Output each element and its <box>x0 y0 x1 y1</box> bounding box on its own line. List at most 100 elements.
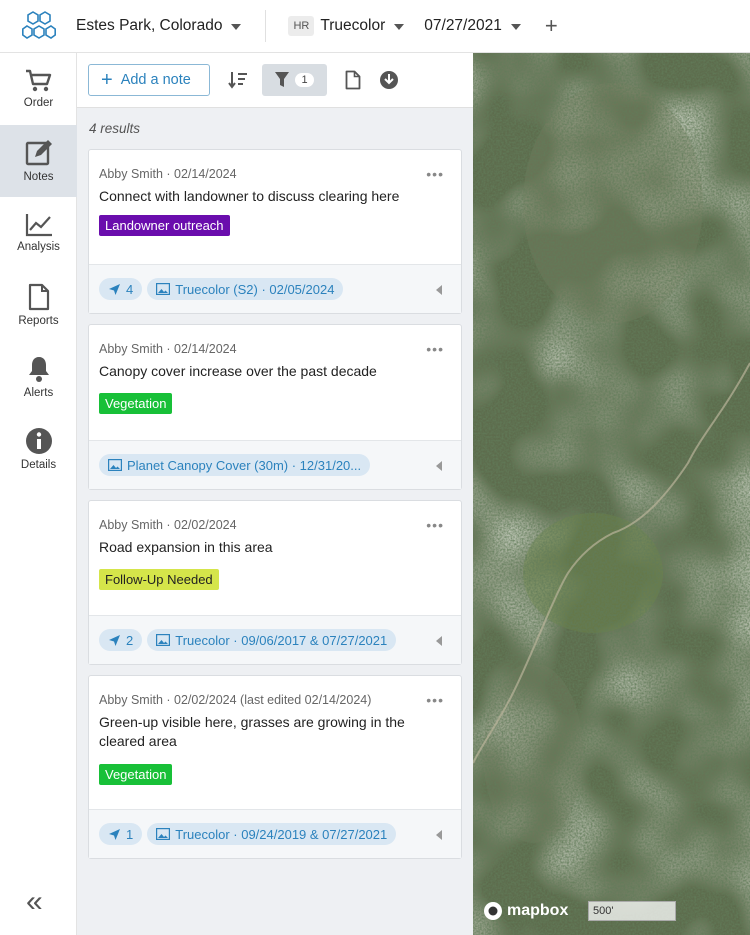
satellite-map[interactable]: mapbox 500' <box>473 53 750 935</box>
divider <box>265 10 267 42</box>
image-icon <box>108 459 122 471</box>
chart-icon <box>25 214 52 237</box>
note-text: Road expansion in this area <box>99 539 273 555</box>
note-tag[interactable]: Landowner outreach <box>99 215 230 236</box>
note-header: Abby Smith · 02/02/2024 <box>99 518 237 532</box>
imagery-label: Planet Canopy Cover (30m) · 12/31/20... <box>127 457 362 473</box>
sidebar-item-reports[interactable]: Reports <box>0 269 77 341</box>
mapbox-attribution[interactable]: mapbox <box>483 901 568 921</box>
pin-count: 2 <box>126 632 134 648</box>
pin-count: 4 <box>126 281 134 297</box>
location-selector[interactable]: Estes Park, Colorado <box>76 17 242 35</box>
note-header: Abby Smith · 02/14/2024 <box>99 342 237 356</box>
expand-arrow-icon[interactable] <box>436 830 442 840</box>
note-footer: 4 Truecolor (S2) · 02/05/2024 <box>89 264 461 313</box>
expand-arrow-icon[interactable] <box>436 461 442 471</box>
note-footer: Planet Canopy Cover (30m) · 12/31/20... <box>89 440 461 489</box>
add-layer-button[interactable]: + <box>545 15 558 37</box>
more-options-icon[interactable]: ••• <box>426 341 444 357</box>
sort-icon <box>228 72 247 89</box>
date-label: 07/27/2021 <box>424 17 502 34</box>
hexagon-logo-icon <box>22 11 56 39</box>
navigation-arrow-icon <box>109 283 120 295</box>
layer-label: Truecolor <box>320 17 386 34</box>
image-icon <box>156 828 171 840</box>
document-icon <box>345 70 361 90</box>
note-card[interactable]: Abby Smith · 02/14/2024 ••• Connect with… <box>88 149 462 314</box>
location-label: Estes Park, Colorado <box>76 17 223 34</box>
mapbox-logo-icon <box>484 902 502 920</box>
plus-icon: + <box>101 69 113 91</box>
mapbox-label: mapbox <box>507 902 569 919</box>
filter-count-badge: 1 <box>295 73 314 87</box>
note-text: Green-up visible here, grasses are growi… <box>99 714 405 749</box>
note-footer: 1 Truecolor · 09/24/2019 & 07/27/2021 <box>89 809 461 858</box>
note-text: Canopy cover increase over the past deca… <box>99 363 377 379</box>
note-text: Connect with landowner to discuss cleari… <box>99 188 400 204</box>
filter-icon <box>275 72 290 87</box>
imagery-pill[interactable]: Truecolor · 09/24/2019 & 07/27/2021 <box>147 823 397 845</box>
note-tag[interactable]: Vegetation <box>99 393 173 414</box>
chevron-down-icon <box>510 24 521 30</box>
more-options-icon[interactable]: ••• <box>426 692 444 708</box>
note-header: Abby Smith · 02/02/2024 (last edited 02/… <box>99 693 372 707</box>
sidebar-item-label: Analysis <box>17 241 60 253</box>
sidebar-item-label: Notes <box>23 171 54 183</box>
date-selector[interactable]: 07/27/2021 <box>424 17 521 35</box>
more-options-icon[interactable]: ••• <box>426 166 444 182</box>
sidebar-item-analysis[interactable]: Analysis <box>0 197 77 269</box>
sort-button[interactable] <box>228 71 248 89</box>
note-tag[interactable]: Follow-Up Needed <box>99 569 219 590</box>
location-pin-pill[interactable]: 2 <box>99 629 143 651</box>
top-bar: Estes Park, Colorado HR Truecolor 07/27/… <box>0 0 750 53</box>
imagery-label: Truecolor · 09/06/2017 & 07/27/2021 <box>175 632 388 648</box>
sidebar-item-notes[interactable]: Notes <box>0 125 77 197</box>
app-logo[interactable] <box>0 0 78 53</box>
sidebar-item-label: Alerts <box>23 387 54 399</box>
imagery-pill[interactable]: Planet Canopy Cover (30m) · 12/31/20... <box>99 454 371 476</box>
navigation-arrow-icon <box>109 828 120 840</box>
more-options-icon[interactable]: ••• <box>426 517 444 533</box>
navigation-arrow-icon <box>109 634 120 646</box>
imagery-pill[interactable]: Truecolor · 09/06/2017 & 07/27/2021 <box>147 629 397 651</box>
notes-panel: + Add a note 1 4 results Abby Smith · 02… <box>77 53 473 935</box>
sidebar-item-label: Details <box>20 459 57 471</box>
imagery-label: Truecolor · 09/24/2019 & 07/27/2021 <box>175 826 388 842</box>
image-icon <box>156 283 171 295</box>
note-footer: 2 Truecolor · 09/06/2017 & 07/27/2021 <box>89 615 461 664</box>
location-pin-pill[interactable]: 1 <box>99 823 143 845</box>
expand-arrow-icon[interactable] <box>436 636 442 646</box>
satellite-imagery <box>473 53 750 935</box>
note-tag[interactable]: Vegetation <box>99 764 173 785</box>
download-button[interactable] <box>379 70 399 90</box>
sidebar-item-details[interactable]: Details <box>0 413 77 485</box>
export-document-button[interactable] <box>345 70 361 90</box>
sidebar: Order Notes Analysis Reports Alerts Deta… <box>0 53 77 935</box>
hr-badge: HR <box>288 16 315 36</box>
notes-toolbar: + Add a note 1 <box>77 53 473 108</box>
sidebar-item-label: Order <box>23 97 54 109</box>
add-note-button[interactable]: + Add a note <box>88 64 210 96</box>
filter-button[interactable]: 1 <box>262 64 327 96</box>
results-count: 4 results <box>89 121 141 136</box>
imagery-label: Truecolor (S2) · 02/05/2024 <box>175 281 335 297</box>
expand-arrow-icon[interactable] <box>436 285 442 295</box>
note-card[interactable]: Abby Smith · 02/14/2024 ••• Canopy cover… <box>88 324 462 490</box>
sidebar-item-order[interactable]: Order <box>0 53 77 125</box>
layer-selector[interactable]: Truecolor <box>320 17 405 35</box>
pin-count: 1 <box>126 826 134 842</box>
add-note-label: Add a note <box>120 72 191 88</box>
note-header: Abby Smith · 02/14/2024 <box>99 167 237 181</box>
chevron-down-icon <box>394 24 405 30</box>
note-card[interactable]: Abby Smith · 02/02/2024 (last edited 02/… <box>88 675 462 859</box>
collapse-sidebar-button[interactable]: « <box>26 887 43 917</box>
info-icon <box>25 428 52 454</box>
sidebar-item-alerts[interactable]: Alerts <box>0 341 77 413</box>
location-pin-pill[interactable]: 4 <box>99 278 143 300</box>
document-icon <box>28 283 49 311</box>
download-icon <box>380 71 398 89</box>
note-card[interactable]: Abby Smith · 02/02/2024 ••• Road expansi… <box>88 500 462 665</box>
bell-icon <box>28 357 49 382</box>
imagery-pill[interactable]: Truecolor (S2) · 02/05/2024 <box>147 278 344 300</box>
image-icon <box>156 634 171 646</box>
